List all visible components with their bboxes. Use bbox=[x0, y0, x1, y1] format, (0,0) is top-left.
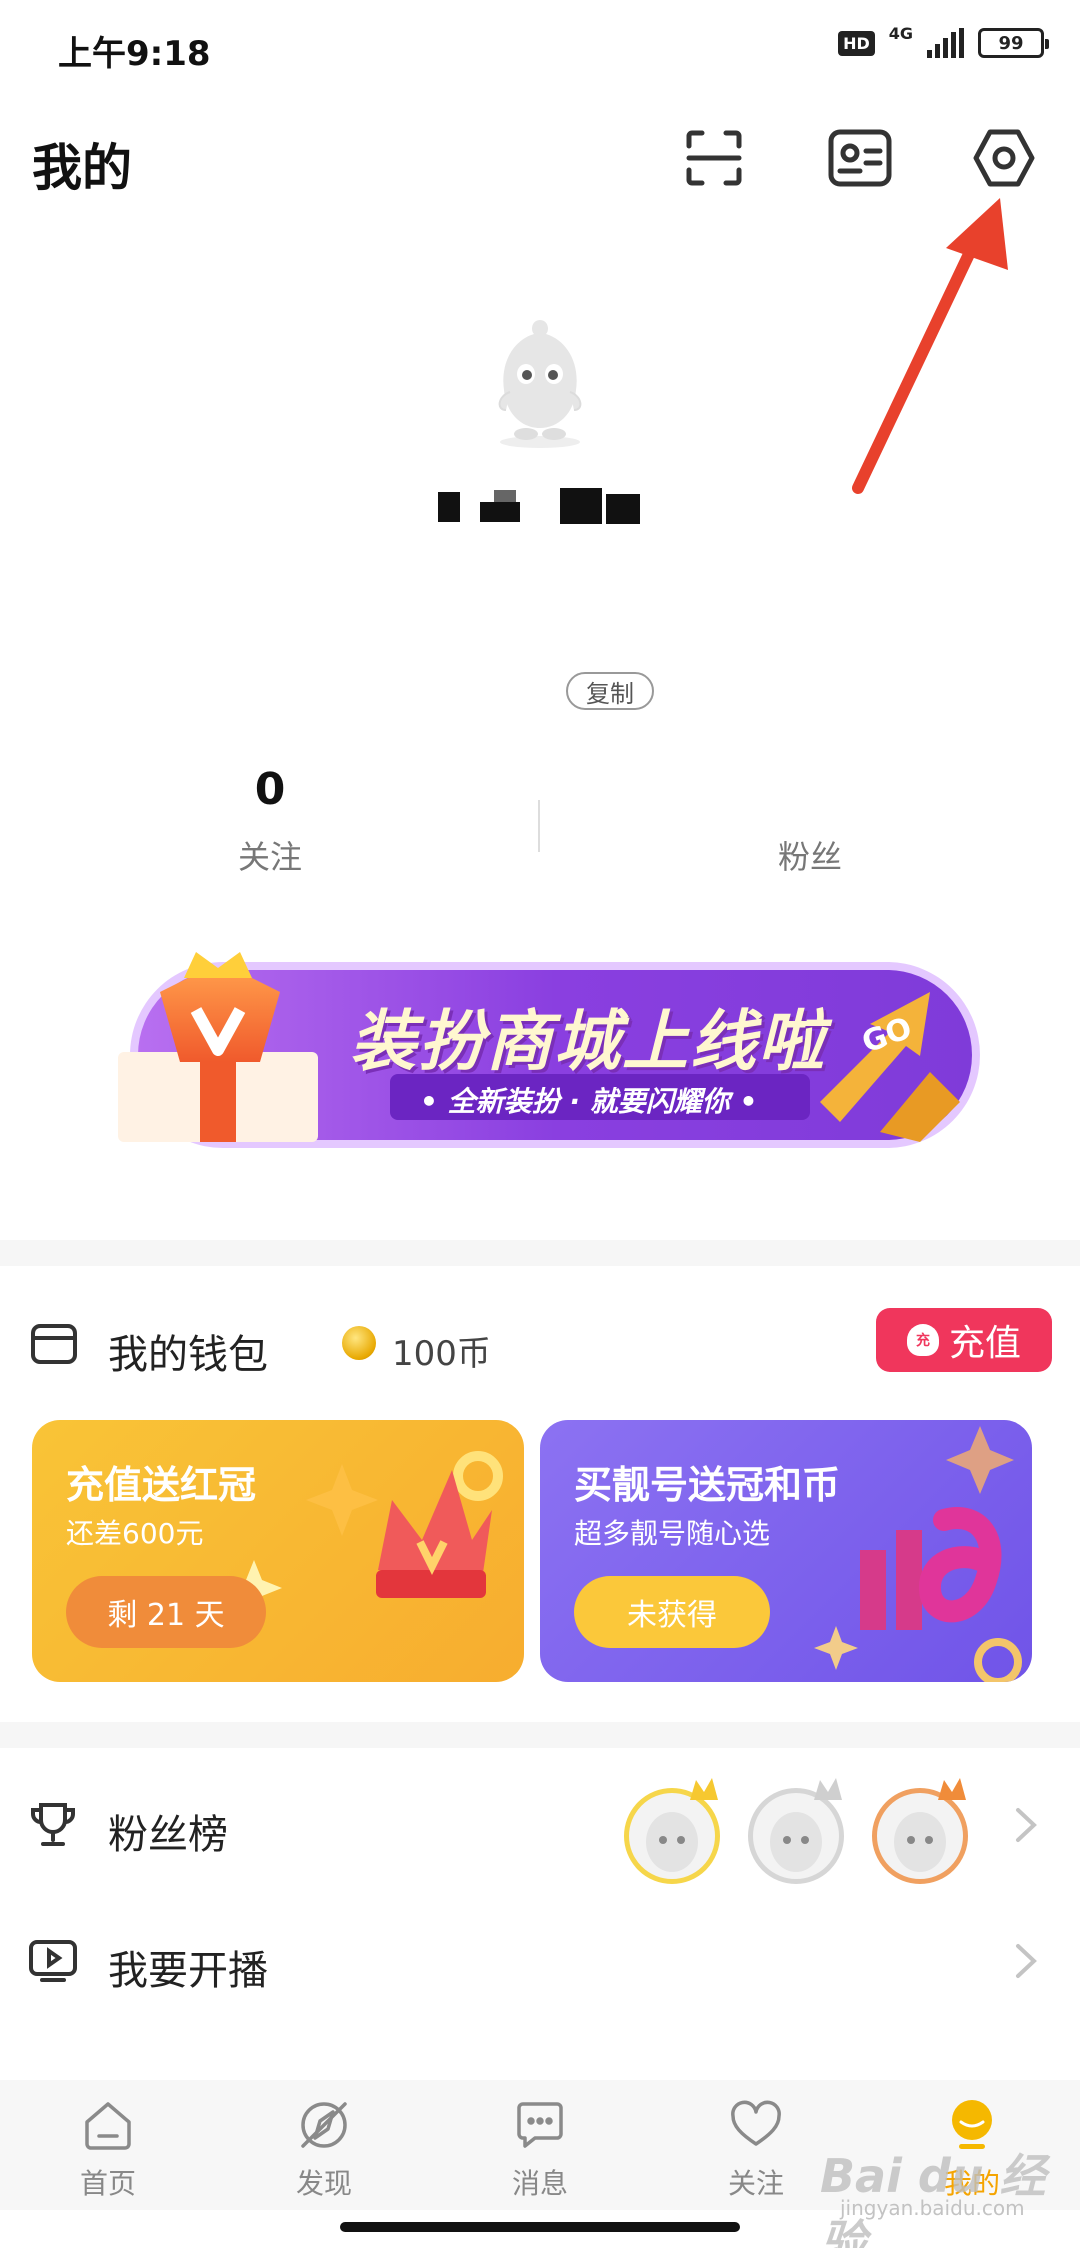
status-bar: 上午9:18 HD 4G 99 bbox=[0, 0, 1080, 90]
list-item-fan-ranking[interactable]: 粉丝榜 bbox=[0, 1760, 1080, 1890]
days-left-button[interactable]: 剩 21 天 bbox=[66, 1576, 266, 1648]
network-label: 4G bbox=[888, 23, 913, 43]
heart-icon bbox=[731, 2100, 781, 2146]
recharge-button[interactable]: 充 充值 bbox=[876, 1308, 1052, 1372]
nav-discover[interactable]: 发现 bbox=[264, 2098, 384, 2202]
hd-badge: HD bbox=[838, 30, 875, 56]
home-icon bbox=[85, 2102, 131, 2150]
section-divider bbox=[0, 1722, 1080, 1748]
stats-divider bbox=[538, 800, 540, 852]
username-redacted bbox=[438, 488, 642, 524]
card-title: 充值送红冠 bbox=[66, 1463, 257, 1507]
fan-rank-2-avatar[interactable] bbox=[748, 1788, 844, 1884]
battery-level: 99 bbox=[998, 32, 1024, 54]
wallet-title: 我的钱包 bbox=[108, 1332, 268, 1378]
card-title: 买靓号送冠和币 bbox=[574, 1463, 841, 1507]
id-card-icon[interactable] bbox=[826, 124, 894, 192]
page-title: 我的 bbox=[32, 139, 132, 197]
nav-label: 首页 bbox=[79, 2167, 136, 2200]
red-crown-card[interactable]: 充值送红冠 还差600元 剩 21 天 bbox=[32, 1420, 524, 1682]
money-bag-icon: 充 bbox=[906, 1324, 939, 1356]
recharge-badge: 充 bbox=[915, 1333, 930, 1349]
list-item-label: 粉丝榜 bbox=[108, 1812, 228, 1858]
nav-following[interactable]: 关注 bbox=[696, 2098, 816, 2202]
home-indicator[interactable] bbox=[340, 2222, 740, 2232]
coin-balance: 100币 bbox=[392, 1334, 491, 1374]
premium-number-card[interactable]: 买靓号送冠和币 超多靓号随心选 未获得 bbox=[540, 1420, 1032, 1682]
trophy-icon bbox=[31, 1803, 75, 1846]
signal-icon bbox=[927, 28, 964, 58]
nav-messages[interactable]: 消息 bbox=[480, 2098, 600, 2202]
banner-title: 装扮商城上线啦 bbox=[350, 1003, 826, 1080]
avatar[interactable] bbox=[470, 310, 610, 450]
wallet-icon bbox=[31, 1324, 77, 1364]
card-subtitle: 超多靓号随心选 bbox=[574, 1517, 771, 1550]
compass-icon bbox=[301, 2102, 347, 2148]
fan-rank-1-avatar[interactable] bbox=[624, 1788, 720, 1884]
following-stat[interactable]: 0 关注 bbox=[120, 760, 420, 878]
not-obtained-button[interactable]: 未获得 bbox=[574, 1576, 770, 1648]
fans-label: 粉丝 bbox=[777, 838, 842, 876]
list-item-label: 我要开播 bbox=[108, 1948, 268, 1994]
follow-stats: 0 关注 粉丝 bbox=[0, 760, 1080, 900]
banner-subtitle: • 全新装扮 · 就要闪耀你 • bbox=[420, 1085, 758, 1118]
nav-label: 关注 bbox=[727, 2167, 784, 2200]
fans-count bbox=[660, 760, 960, 820]
card-subtitle: 还差600元 bbox=[66, 1517, 204, 1550]
following-label: 关注 bbox=[237, 838, 302, 876]
chevron-right-icon bbox=[1016, 1944, 1037, 1978]
recharge-label: 充值 bbox=[948, 1323, 1021, 1364]
battery-icon: 99 bbox=[978, 28, 1049, 58]
message-icon bbox=[517, 2102, 563, 2148]
watermark-url: jingyan.baidu.com bbox=[840, 2196, 1025, 2220]
nav-home[interactable]: 首页 bbox=[48, 2098, 168, 2202]
copy-button[interactable]: 复制 bbox=[566, 672, 654, 710]
coin-icon bbox=[342, 1326, 376, 1360]
status-time: 上午9:18 bbox=[58, 34, 211, 74]
status-indicators: HD 4G 99 bbox=[838, 24, 1049, 58]
chevron-right-icon bbox=[1016, 1808, 1037, 1842]
watermark: Bai du 经验 bbox=[820, 2149, 1046, 2248]
list-item-go-live[interactable]: 我要开播 bbox=[0, 1896, 1080, 2026]
section-divider bbox=[0, 1240, 1080, 1266]
scan-icon[interactable] bbox=[680, 124, 748, 192]
fan-rank-3-avatar[interactable] bbox=[872, 1788, 968, 1884]
annotation-arrow-icon bbox=[852, 198, 1008, 494]
settings-hexagon-icon[interactable] bbox=[970, 124, 1038, 192]
fans-stat[interactable]: 粉丝 bbox=[660, 760, 960, 878]
nav-label: 发现 bbox=[295, 2167, 352, 2200]
following-count: 0 bbox=[254, 764, 286, 815]
wallet-row[interactable]: 我的钱包 100币 充 充值 bbox=[0, 1300, 1080, 1390]
live-tv-icon bbox=[29, 1940, 77, 1982]
nav-label: 消息 bbox=[511, 2167, 568, 2200]
dressup-mall-banner[interactable]: 装扮商城上线啦 • 全新装扮 · 就要闪耀你 • GO bbox=[100, 952, 990, 1152]
